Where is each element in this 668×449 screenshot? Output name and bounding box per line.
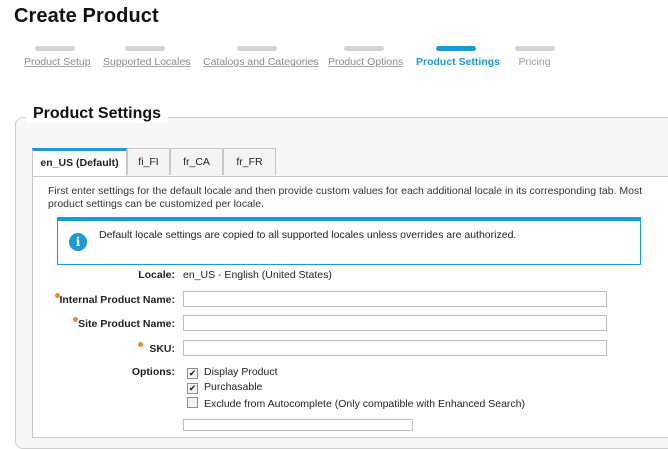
- option-label: Display Product: [204, 366, 278, 378]
- info-icon: i: [69, 233, 87, 251]
- tab-fr-fr[interactable]: fr_FR: [223, 148, 276, 175]
- step-supported-locales[interactable]: Supported Locales: [103, 46, 191, 68]
- required-indicator: [138, 342, 143, 347]
- options-label: Options:: [131, 366, 175, 378]
- site-name-label: Site Product Name:: [78, 318, 175, 330]
- step-label: Product Options: [328, 56, 404, 68]
- panel-title: Product Settings: [26, 105, 169, 123]
- sku-label: SKU:: [149, 343, 175, 355]
- internal-name-label: Internal Product Name:: [59, 294, 175, 306]
- step-product-setup[interactable]: Product Setup: [24, 46, 91, 68]
- step-pricing: Pricing: [512, 46, 557, 68]
- option-purchasable[interactable]: ✔ Purchasable: [187, 381, 262, 394]
- step-label: Pricing: [518, 56, 551, 68]
- step-label: Product Settings: [416, 56, 501, 68]
- internal-name-input[interactable]: [183, 291, 607, 307]
- tab-en-us[interactable]: en_US (Default): [32, 148, 127, 177]
- info-message: i Default locale settings are copied to …: [57, 217, 641, 265]
- option-exclude-autocomplete[interactable]: Exclude from Autocomplete (Only compatib…: [187, 397, 525, 410]
- locale-label: Locale:: [138, 269, 175, 281]
- page-title: Create Product: [14, 5, 159, 27]
- step-label: Catalogs and Categories: [203, 56, 319, 68]
- display-product-checkbox[interactable]: ✔: [187, 368, 198, 379]
- purchasable-checkbox[interactable]: ✔: [187, 383, 198, 394]
- locale-value: en_US - English (United States): [183, 269, 332, 281]
- step-product-settings: Product Settings: [416, 46, 501, 68]
- option-label: Exclude from Autocomplete (Only compatib…: [204, 398, 525, 410]
- exclude-autocomplete-checkbox[interactable]: [187, 397, 198, 408]
- step-label: Product Setup: [24, 56, 91, 68]
- step-bar: [35, 46, 75, 51]
- intro-text: First enter settings for the default loc…: [48, 185, 643, 210]
- step-bar: [514, 46, 555, 51]
- step-catalogs-and-categories[interactable]: Catalogs and Categories: [203, 46, 319, 68]
- tab-fi-fi[interactable]: fi_FI: [127, 148, 170, 175]
- option-label: Purchasable: [204, 381, 263, 393]
- step-bar: [237, 46, 277, 51]
- sku-input[interactable]: [183, 340, 607, 356]
- info-text: Default locale settings are copied to al…: [99, 229, 517, 241]
- step-product-options[interactable]: Product Options: [328, 46, 404, 68]
- tab-content: First enter settings for the default loc…: [32, 176, 668, 438]
- step-bar: [124, 46, 165, 51]
- tab-fr-ca[interactable]: fr_CA: [170, 148, 223, 175]
- step-label: Supported Locales: [103, 56, 191, 68]
- site-name-input[interactable]: [183, 315, 607, 331]
- option-display-product[interactable]: ✔ Display Product: [187, 366, 278, 379]
- step-bar: [344, 46, 384, 51]
- step-bar: [436, 46, 476, 51]
